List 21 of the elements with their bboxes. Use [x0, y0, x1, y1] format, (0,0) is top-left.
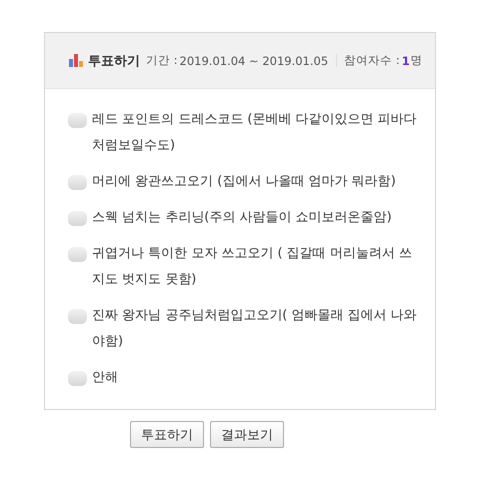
radio-button[interactable] [68, 211, 87, 226]
participant-count: 1 [402, 54, 410, 68]
option-label: 머리에 왕관쓰고오기 (집에서 나올때 엄마가 뭐라함) [92, 173, 396, 191]
radio-button[interactable] [68, 113, 87, 128]
action-button[interactable]: 결과보기 [210, 421, 284, 448]
radio-button[interactable] [68, 175, 87, 190]
radio-button[interactable] [68, 247, 87, 262]
period-label: 기간 : [146, 53, 178, 68]
bar-chart-icon [69, 54, 83, 67]
option-label: 진짜 왕자님 공주님처럼입고오기( 엄빠몰래 집에서 나와야함) [92, 307, 418, 351]
action-button[interactable]: 투표하기 [130, 421, 204, 448]
option-label: 귀엽거나 특이한 모자 쓰고오기 ( 집갈때 머리눌려서 쓰지도 벗지도 못함) [92, 245, 413, 289]
radio-button[interactable] [68, 371, 87, 386]
option-label: 스웩 넘치는 추리닝(주의 사람들이 쇼미보러온줄암) [92, 209, 392, 227]
period-text: 2019.01.04 ~ 2019.01.05 [180, 54, 328, 68]
participants-label: 참여자수 : [344, 53, 400, 68]
option-label: 안해 [92, 369, 118, 387]
participants-unit: 명 [410, 53, 423, 68]
option-label: 레드 포인트의 드레스코드 (몬베베 다같이있으면 피바다 처럼보일수도) [92, 111, 418, 155]
poll-title: 투표하기 [88, 52, 140, 70]
radio-button[interactable] [68, 309, 87, 324]
